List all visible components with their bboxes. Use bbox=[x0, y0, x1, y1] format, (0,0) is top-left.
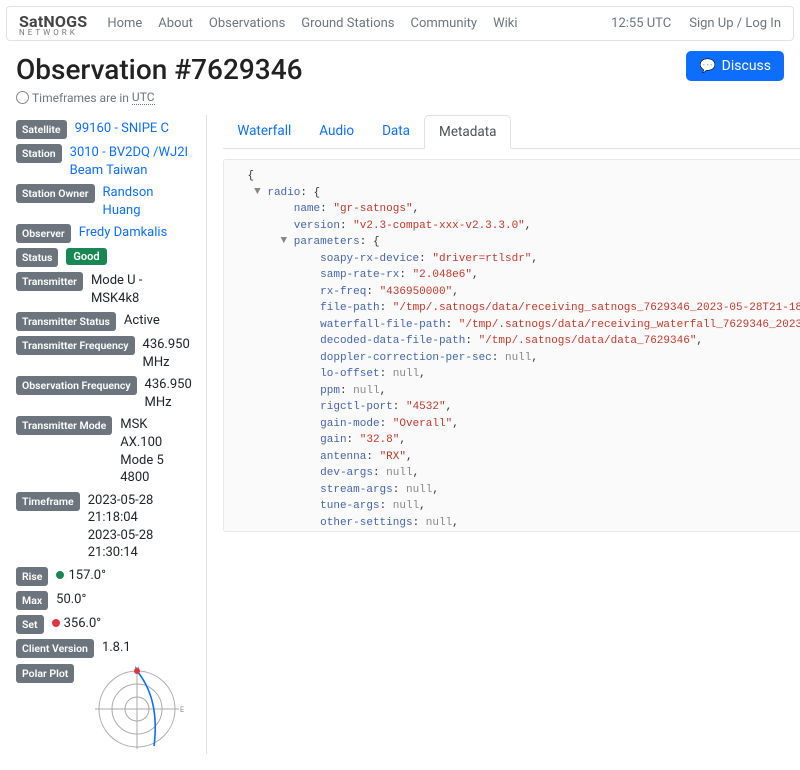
tab-audio[interactable]: Audio bbox=[305, 115, 368, 148]
tf-note-text: Timeframes are in bbox=[32, 91, 129, 105]
tab-bar: Waterfall Audio Data Metadata bbox=[223, 115, 800, 149]
set-dot-icon bbox=[52, 619, 60, 627]
val-observer[interactable]: Fredy Damkalis bbox=[79, 224, 168, 242]
metadata-json-viewer[interactable]: { ▼ radio: { name: "gr-satnogs", version… bbox=[223, 159, 800, 532]
val-client-version: 1.8.1 bbox=[102, 639, 131, 657]
status-badge[interactable]: Good bbox=[66, 248, 106, 265]
val-tx-freq: 436.950 MHz bbox=[143, 336, 193, 371]
val-timeframe: 2023-05-28 21:18:042023-05-28 21:30:14 bbox=[88, 492, 193, 562]
clock-icon bbox=[16, 91, 29, 104]
polar-plot: N E bbox=[82, 664, 192, 749]
discuss-label: Discuss bbox=[722, 58, 771, 74]
nav-links: Home About Observations Ground Stations … bbox=[107, 16, 517, 31]
lbl-satellite: Satellite bbox=[16, 120, 67, 139]
discuss-button[interactable]: Discuss bbox=[686, 51, 784, 81]
lbl-client-version: Client Version bbox=[16, 639, 94, 658]
details-sidebar: Satellite 99160 - SNIPE C Station 3010 - B… bbox=[16, 115, 192, 754]
signup-login-link[interactable]: Sign Up / Log In bbox=[689, 16, 781, 31]
lbl-tx-freq: Transmitter Frequency bbox=[16, 336, 135, 355]
tab-metadata[interactable]: Metadata bbox=[424, 115, 511, 149]
tab-data[interactable]: Data bbox=[368, 115, 424, 148]
main-content: Waterfall Audio Data Metadata { ▼ radio:… bbox=[206, 115, 800, 754]
val-rise: 157.0° bbox=[56, 567, 106, 585]
val-max: 50.0° bbox=[56, 591, 86, 609]
lbl-rise: Rise bbox=[16, 567, 48, 586]
lbl-owner: Station Owner bbox=[16, 184, 95, 203]
lbl-station: Station bbox=[16, 144, 62, 163]
val-set: 356.0° bbox=[52, 615, 102, 633]
chat-icon bbox=[699, 58, 715, 74]
lbl-status: Status bbox=[16, 248, 58, 267]
nav-ground-stations[interactable]: Ground Stations bbox=[301, 16, 394, 31]
val-transmitter: Mode U - MSK4k8 bbox=[91, 272, 192, 307]
lbl-observer: Observer bbox=[16, 224, 71, 243]
nav-wiki[interactable]: Wiki bbox=[493, 16, 517, 31]
lbl-max: Max bbox=[16, 591, 48, 610]
main-navbar: SatNOGS NETWORK Home About Observations … bbox=[6, 6, 794, 41]
lbl-obs-freq: Observation Frequency bbox=[16, 376, 137, 395]
nav-home[interactable]: Home bbox=[107, 16, 142, 31]
page-title: Observation #7629346 bbox=[16, 53, 784, 86]
brand-bottom: NETWORK bbox=[19, 31, 87, 35]
val-owner[interactable]: Randson Huang bbox=[103, 184, 193, 219]
val-satellite[interactable]: 99160 - SNIPE C bbox=[75, 120, 169, 138]
tf-note-utc: UTC bbox=[132, 90, 155, 105]
nav-observations[interactable]: Observations bbox=[209, 16, 285, 31]
val-tx-status: Active bbox=[124, 312, 160, 330]
nav-community[interactable]: Community bbox=[411, 16, 478, 31]
lbl-tx-status: Transmitter Status bbox=[16, 312, 116, 331]
val-station[interactable]: 3010 - BV2DQ /WJ2I Beam Taiwan bbox=[70, 144, 193, 179]
lbl-transmitter: Transmitter bbox=[16, 272, 83, 291]
lbl-set: Set bbox=[16, 615, 44, 634]
timeframe-notice: Timeframes are in UTC bbox=[16, 90, 784, 105]
lbl-tx-mode: Transmitter Mode bbox=[16, 416, 112, 435]
svg-text:E: E bbox=[180, 706, 184, 714]
nav-about[interactable]: About bbox=[158, 16, 193, 31]
rise-dot-icon bbox=[56, 571, 64, 579]
utc-clock: 12:55 UTC bbox=[611, 16, 671, 31]
lbl-timeframe: Timeframe bbox=[16, 492, 80, 511]
lbl-polar: Polar Plot bbox=[16, 664, 74, 683]
val-tx-mode: MSK AX.100 Mode 5 4800 bbox=[120, 416, 192, 486]
val-obs-freq: 436.950 MHz bbox=[145, 376, 193, 411]
tab-waterfall[interactable]: Waterfall bbox=[223, 115, 305, 148]
brand-logo[interactable]: SatNOGS NETWORK bbox=[19, 12, 87, 35]
